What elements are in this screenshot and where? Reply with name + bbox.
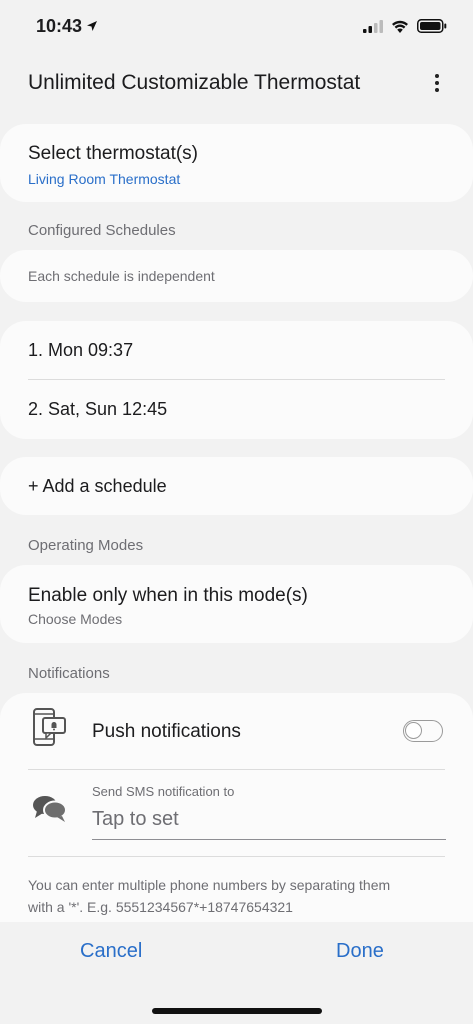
sms-help-line-1: You can enter multiple phone numbers by … (28, 877, 391, 893)
more-options-button[interactable] (429, 71, 445, 95)
toggle-knob (405, 722, 422, 739)
schedule-item-2[interactable]: 2. Sat, Sun 12:45 (0, 380, 473, 438)
cancel-button[interactable]: Cancel (80, 940, 142, 963)
thermostat-select-label: Select thermostat(s) (28, 143, 198, 164)
done-button[interactable]: Done (336, 940, 384, 963)
bottom-action-bar: Cancel Done (0, 922, 473, 1024)
push-notifications-row[interactable]: Push notifications (0, 693, 473, 769)
thermostat-selected-value: Living Room Thermostat (28, 171, 181, 187)
sms-label: Send SMS notification to (92, 784, 235, 799)
wifi-icon (392, 20, 408, 33)
schedule-item-label: 2. Sat, Sun 12:45 (28, 398, 168, 419)
status-time-text: 10:43 (36, 15, 83, 36)
page-title: Unlimited Customizable Thermostat (28, 71, 361, 94)
chat-bubbles-icon (33, 796, 67, 822)
modes-select-label: Enable only when in this mode(s) (28, 585, 308, 606)
thermostat-select-card[interactable]: Select thermostat(s) Living Room Thermos… (0, 124, 473, 202)
location-arrow-icon (87, 21, 98, 31)
modes-section-label: Operating Modes (28, 537, 144, 554)
schedule-list-card: 1. Mon 09:37 2. Sat, Sun 12:45 (0, 321, 473, 439)
add-schedule-button[interactable]: + Add a schedule (0, 457, 473, 515)
add-schedule-label: + Add a schedule (28, 475, 167, 496)
sms-phone-placeholder: Tap to set (92, 808, 179, 830)
sms-help-line-2: with a '*'. E.g. 5551234567*+18747654321 (28, 899, 293, 915)
schedule-note-card: Each schedule is independent (0, 250, 473, 302)
schedule-item-label: 1. Mon 09:37 (28, 339, 134, 360)
home-indicator (152, 1008, 322, 1014)
schedule-item-1[interactable]: 1. Mon 09:37 (0, 321, 473, 379)
schedules-section-label: Configured Schedules (28, 222, 176, 239)
sms-phone-input[interactable]: Tap to set (92, 804, 446, 840)
battery-icon (417, 19, 447, 33)
more-vertical-icon (435, 74, 439, 78)
phone-notification-icon (33, 708, 66, 746)
push-notifications-label: Push notifications (92, 721, 241, 742)
status-bar: 10:43 (0, 0, 473, 52)
notifications-section-label: Notifications (28, 665, 110, 682)
app-header: Unlimited Customizable Thermostat (0, 52, 473, 114)
sms-notification-row: Send SMS notification to Tap to set (0, 770, 473, 856)
schedule-note-text: Each schedule is independent (28, 268, 215, 284)
status-icons (363, 19, 447, 33)
push-notifications-toggle[interactable] (403, 720, 443, 742)
modes-selected-value: Choose Modes (28, 611, 123, 627)
status-time: 10:43 (36, 16, 98, 37)
modes-select-card[interactable]: Enable only when in this mode(s) Choose … (0, 565, 473, 643)
sms-help-text: You can enter multiple phone numbers by … (0, 857, 473, 918)
notifications-card: Push notifications Send SMS notification… (0, 693, 473, 922)
cellular-signal-icon (363, 19, 383, 33)
